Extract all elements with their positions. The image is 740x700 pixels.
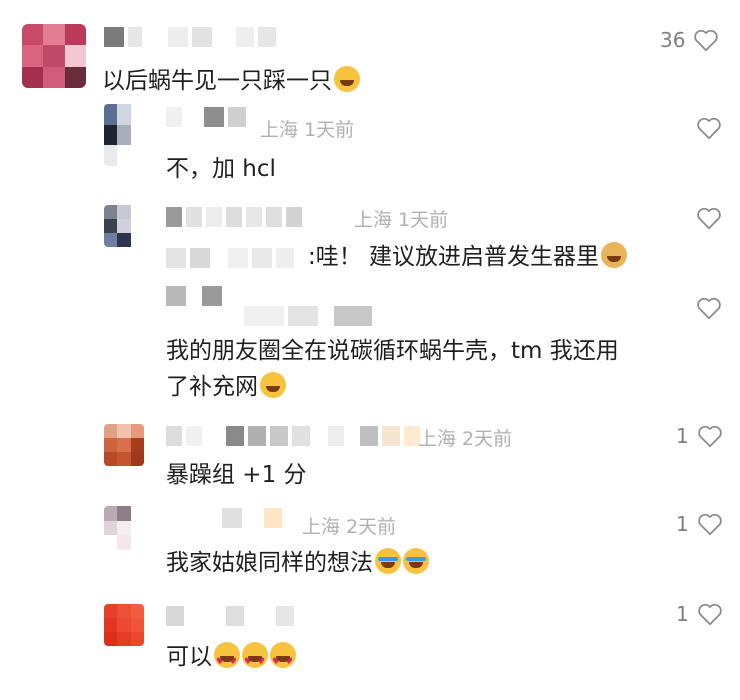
grinning-emoji-icon (334, 66, 360, 92)
comment-text-line-2: 了补充网 (166, 370, 286, 404)
comment-text-content: 我家姑娘同样的想法 (166, 550, 373, 576)
heart-eyes-emoji-icon (214, 642, 240, 679)
avatar-cell (43, 45, 65, 67)
dog-face-emoji-icon (601, 242, 628, 268)
like-count: 1 (676, 424, 689, 448)
avatar[interactable] (104, 205, 144, 247)
comment-meta: 上海 1天前 (354, 209, 449, 231)
heart-eyes-emoji-icon (270, 642, 296, 679)
heart-icon[interactable] (697, 512, 723, 536)
heart-eyes-emoji-icon (242, 642, 268, 679)
comment-text: 可以 (166, 640, 296, 679)
avatar-cell (64, 24, 86, 46)
username-blurred[interactable] (166, 606, 294, 626)
avatar-cell (22, 66, 44, 88)
heart-icon[interactable] (697, 424, 723, 448)
username-blurred[interactable] (166, 426, 420, 446)
comment-text-content: 以后蜗牛见一只踩一只 (102, 68, 332, 94)
mention-blurred[interactable] (166, 248, 294, 268)
comment-text: :哇！ 建议放进启普发生器里 (308, 240, 628, 274)
comment-text: 暴躁组 +1 分 (166, 462, 307, 488)
comment-text: 以后蜗牛见一只踩一只 (102, 64, 360, 98)
comment-meta: 上海 2天前 (302, 516, 397, 538)
username-blurred[interactable] (166, 107, 246, 127)
heart-icon[interactable] (696, 206, 722, 230)
avatar[interactable] (22, 24, 86, 88)
comment-text: 不，加 hcl (166, 156, 276, 182)
comment-text-content: 了补充网 (166, 374, 258, 400)
avatar[interactable] (104, 104, 144, 166)
comment-text: 我家姑娘同样的想法 (166, 546, 429, 580)
like-count: 36 (660, 28, 686, 52)
crying-laughing-emoji-icon (403, 548, 429, 574)
like-area[interactable]: 1 (676, 512, 723, 536)
avatar[interactable] (104, 506, 144, 550)
heart-icon[interactable] (693, 28, 719, 52)
like-area[interactable]: 36 (660, 28, 719, 52)
avatar[interactable] (104, 424, 144, 466)
crying-laughing-emoji-icon (375, 548, 401, 574)
like-area[interactable] (696, 116, 722, 140)
heart-icon[interactable] (696, 116, 722, 140)
avatar-cell (43, 66, 65, 88)
like-count: 1 (676, 512, 689, 536)
comment-text-content: 可以 (166, 644, 212, 670)
comment-text-content: :哇！ 建议放进启普发生器里 (308, 244, 600, 270)
like-area[interactable] (696, 206, 722, 230)
smiling-face-emoji-icon (260, 372, 286, 398)
avatar-cell (22, 45, 44, 67)
username-blurred[interactable] (104, 27, 276, 47)
like-count: 1 (676, 602, 689, 626)
username-blurred[interactable] (166, 286, 222, 306)
like-area[interactable] (696, 296, 722, 320)
username-blurred[interactable] (244, 306, 372, 326)
comment-meta: 上海 1天前 (260, 119, 355, 141)
like-area[interactable]: 1 (676, 602, 723, 626)
avatar-cell (22, 24, 44, 46)
username-blurred[interactable] (166, 207, 302, 227)
avatar-cell (43, 24, 65, 46)
comment-text-line-1: 我的朋友圈全在说碳循环蜗牛壳，tm 我还用 (166, 338, 619, 364)
heart-icon[interactable] (696, 296, 722, 320)
heart-icon[interactable] (697, 602, 723, 626)
comment-meta: 上海 2天前 (418, 428, 513, 450)
like-area[interactable]: 1 (676, 424, 723, 448)
username-blurred[interactable] (222, 508, 282, 528)
avatar[interactable] (104, 604, 144, 646)
avatar-cell (64, 66, 86, 88)
avatar-cell (64, 45, 86, 67)
